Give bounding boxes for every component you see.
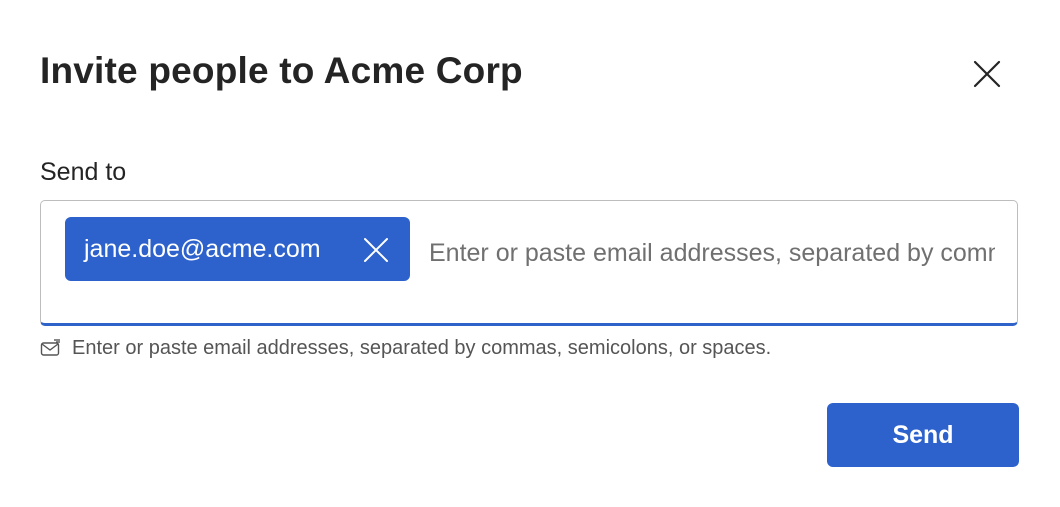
send-button[interactable]: Send: [827, 403, 1019, 467]
close-icon: [364, 238, 388, 262]
recipient-email: jane.doe@acme.com: [84, 234, 321, 263]
email-input[interactable]: [429, 233, 995, 273]
dialog-title: Invite people to Acme Corp: [40, 50, 523, 91]
recipient-chip[interactable]: jane.doe@acme.com: [65, 217, 410, 281]
recipients-field[interactable]: jane.doe@acme.com: [40, 200, 1018, 326]
close-button[interactable]: [962, 51, 1012, 101]
invite-dialog: Invite people to Acme Corp Send to jane.…: [0, 0, 1060, 507]
close-icon: [972, 59, 1002, 94]
helper-message: Enter or paste email addresses, separate…: [40, 337, 771, 360]
mail-icon: [40, 338, 62, 360]
helper-text: Enter or paste email addresses, separate…: [72, 337, 772, 359]
remove-recipient-button[interactable]: [362, 236, 390, 264]
send-to-label: Send to: [40, 158, 127, 186]
